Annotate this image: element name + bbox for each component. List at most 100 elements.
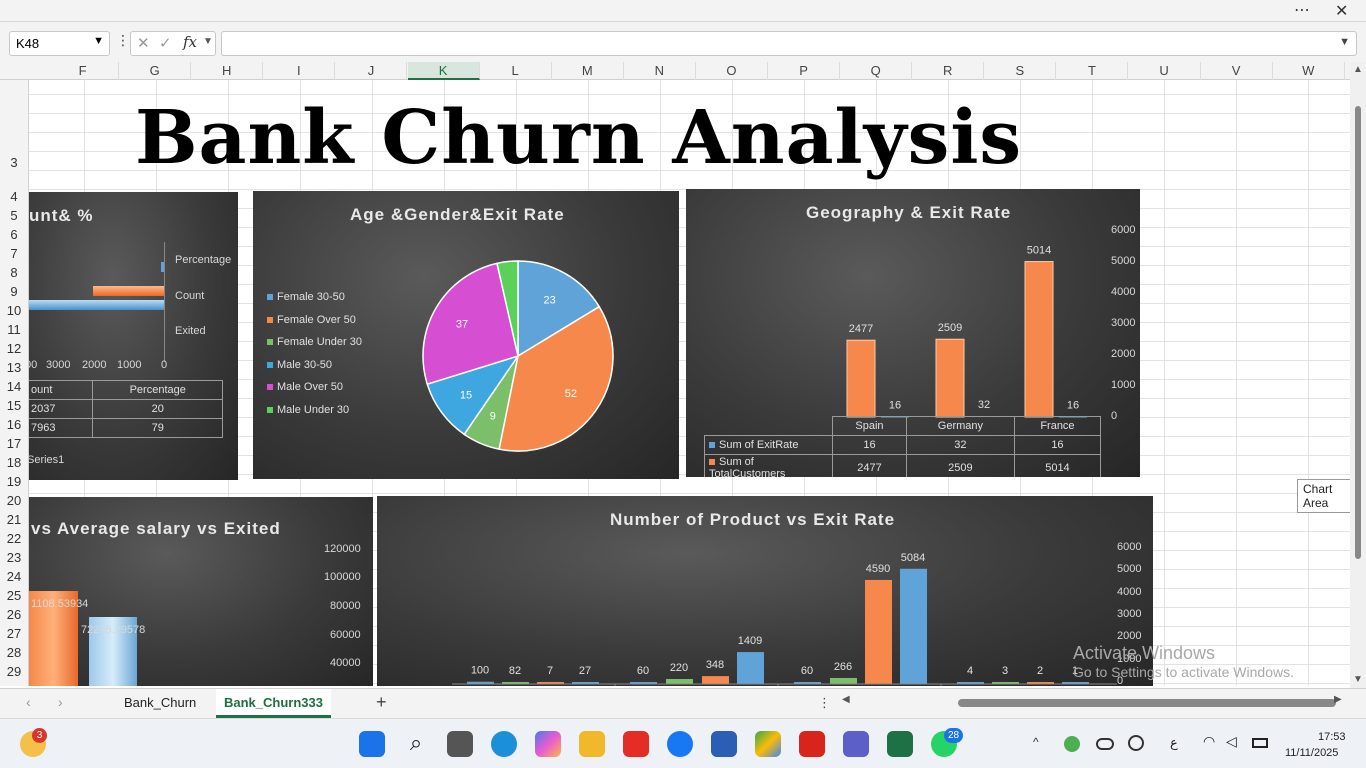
row-header[interactable]: 17 bbox=[0, 436, 28, 451]
facebook-icon[interactable] bbox=[667, 731, 693, 757]
chevron-up-icon[interactable]: ^ bbox=[1033, 735, 1039, 749]
hscroll-thumb[interactable] bbox=[958, 699, 1336, 707]
scroll-right-icon[interactable]: ▶ bbox=[1334, 694, 1342, 705]
column-header[interactable]: V bbox=[1201, 62, 1273, 80]
row-header[interactable]: 24 bbox=[0, 569, 28, 584]
column-header[interactable]: N bbox=[624, 62, 696, 80]
column-header[interactable]: H bbox=[191, 62, 264, 80]
column-header[interactable]: G bbox=[119, 62, 192, 80]
more-icon[interactable]: ⋯ bbox=[1294, 0, 1310, 20]
table-header: Germany bbox=[905, 416, 1015, 436]
clock-time[interactable]: 17:53 bbox=[1318, 731, 1346, 743]
name-box[interactable]: K48 ▼ bbox=[9, 31, 110, 56]
task-view-icon[interactable] bbox=[447, 731, 473, 757]
row-header[interactable]: 14 bbox=[0, 379, 28, 394]
column-header[interactable]: R bbox=[912, 62, 985, 80]
youtube-icon[interactable] bbox=[623, 731, 649, 757]
clock-date[interactable]: 11/11/2025 bbox=[1285, 747, 1338, 759]
geography-exit-chart[interactable]: Geography & Exit Rate 6000 5000 4000 3000 20… bbox=[686, 189, 1140, 477]
previous-sheet-icon[interactable]: ‹ bbox=[26, 694, 31, 710]
vertical-scrollbar[interactable]: ▲ ▼ bbox=[1350, 62, 1366, 688]
file-explorer-icon[interactable] bbox=[579, 731, 605, 757]
row-header[interactable]: 21 bbox=[0, 512, 28, 527]
row-header[interactable]: 22 bbox=[0, 531, 28, 546]
row-header[interactable]: 20 bbox=[0, 493, 28, 508]
row-header[interactable]: 5 bbox=[0, 208, 28, 223]
cancel-icon[interactable]: ✕ bbox=[137, 34, 150, 52]
row-header[interactable]: 16 bbox=[0, 417, 28, 432]
wps-icon[interactable] bbox=[799, 731, 825, 757]
row-header[interactable]: 23 bbox=[0, 550, 28, 565]
row-header[interactable]: 11 bbox=[0, 322, 28, 337]
language-indicator[interactable]: ع bbox=[1170, 735, 1178, 751]
search-icon[interactable]: ⌕ bbox=[403, 731, 429, 757]
more-vertical-icon[interactable]: ⋮ bbox=[116, 32, 130, 49]
slice-label: 37 bbox=[456, 319, 468, 331]
check-icon[interactable]: ✓ bbox=[159, 34, 172, 52]
row-header[interactable]: 7 bbox=[0, 246, 28, 261]
count-percentage-chart[interactable]: unt& % Percentage Count Exited 00 3000 2… bbox=[29, 192, 238, 480]
age-gender-pie-chart[interactable]: Age &Gender&Exit Rate Female 30-50 Female… bbox=[253, 191, 679, 479]
column-header[interactable]: P bbox=[768, 62, 841, 80]
next-sheet-icon[interactable]: › bbox=[58, 694, 63, 710]
row-header[interactable]: 13 bbox=[0, 360, 28, 375]
column-header[interactable]: T bbox=[1056, 62, 1129, 80]
insert-function-button[interactable]: fx bbox=[183, 33, 197, 51]
row-header[interactable]: 8 bbox=[0, 265, 28, 280]
column-header[interactable]: M bbox=[552, 62, 624, 80]
column-header[interactable]: I bbox=[263, 62, 336, 80]
sync-icon[interactable] bbox=[1128, 735, 1144, 751]
row-header[interactable]: 12 bbox=[0, 341, 28, 356]
row-header[interactable]: 6 bbox=[0, 227, 28, 242]
close-icon[interactable]: ✕ bbox=[1335, 1, 1348, 21]
scroll-down-icon[interactable]: ▼ bbox=[1353, 674, 1363, 685]
scroll-thumb[interactable] bbox=[1355, 106, 1361, 559]
column-header[interactable]: F bbox=[47, 62, 120, 80]
row-header[interactable]: 18 bbox=[0, 455, 28, 470]
cloud-icon[interactable] bbox=[1096, 738, 1114, 750]
excel-icon[interactable] bbox=[887, 731, 913, 757]
column-header[interactable]: U bbox=[1129, 62, 1201, 80]
column-header[interactable]: K bbox=[407, 62, 480, 80]
column-header[interactable]: L bbox=[480, 62, 552, 80]
expand-icon[interactable]: ▼ bbox=[1339, 36, 1350, 48]
scroll-left-icon[interactable]: ◀ bbox=[842, 694, 850, 705]
row-header[interactable]: 28 bbox=[0, 645, 28, 660]
column-header[interactable]: S bbox=[984, 62, 1057, 80]
salary-exited-chart[interactable]: vs Average salary vs Exited 120000 10000… bbox=[29, 497, 373, 686]
products-exit-chart[interactable]: Number of Product vs Exit Rate 6000 5000 4… bbox=[377, 496, 1153, 686]
formula-input[interactable]: ▼ bbox=[221, 31, 1357, 56]
function-box: ✕ ✓ fx ▼ bbox=[130, 31, 216, 56]
scroll-up-icon[interactable]: ▲ bbox=[1353, 64, 1363, 75]
row-header[interactable]: 19 bbox=[0, 474, 28, 489]
copilot-icon[interactable] bbox=[535, 731, 561, 757]
legend-swatch bbox=[267, 316, 273, 323]
start-icon[interactable] bbox=[359, 731, 385, 757]
column-header[interactable]: J bbox=[335, 62, 408, 80]
row-header[interactable]: 25 bbox=[0, 588, 28, 603]
store-icon[interactable] bbox=[711, 731, 737, 757]
column-header[interactable]: W bbox=[1273, 62, 1345, 80]
battery-icon[interactable] bbox=[1252, 738, 1268, 748]
google-drive-icon[interactable] bbox=[755, 731, 781, 757]
volume-icon[interactable]: ◁ bbox=[1226, 733, 1237, 750]
wifi-icon[interactable]: ◠ bbox=[1203, 733, 1215, 750]
row-header[interactable]: 26 bbox=[0, 607, 28, 622]
row-header[interactable]: 4 bbox=[0, 189, 28, 204]
teams-icon[interactable] bbox=[843, 731, 869, 757]
add-sheet-button[interactable]: + bbox=[376, 692, 387, 713]
row-header[interactable]: 3 bbox=[0, 155, 28, 170]
row-header[interactable]: 10 bbox=[0, 303, 28, 318]
row-header[interactable]: 29 bbox=[0, 664, 28, 679]
edge-icon[interactable] bbox=[491, 731, 517, 757]
column-header[interactable]: Q bbox=[840, 62, 913, 80]
security-icon[interactable] bbox=[1064, 736, 1080, 752]
tab-options-icon[interactable]: ⋮ bbox=[818, 695, 831, 711]
row-header[interactable]: 15 bbox=[0, 398, 28, 413]
row-header[interactable]: 27 bbox=[0, 626, 28, 641]
row-header[interactable]: 9 bbox=[0, 284, 28, 299]
horizontal-scrollbar[interactable]: ◀ ▶ bbox=[838, 694, 1348, 709]
column-header[interactable]: O bbox=[696, 62, 768, 80]
tab-bank-churn[interactable]: Bank_Churn bbox=[116, 689, 204, 718]
tab-bank-churn333[interactable]: Bank_Churn333 bbox=[216, 689, 331, 718]
